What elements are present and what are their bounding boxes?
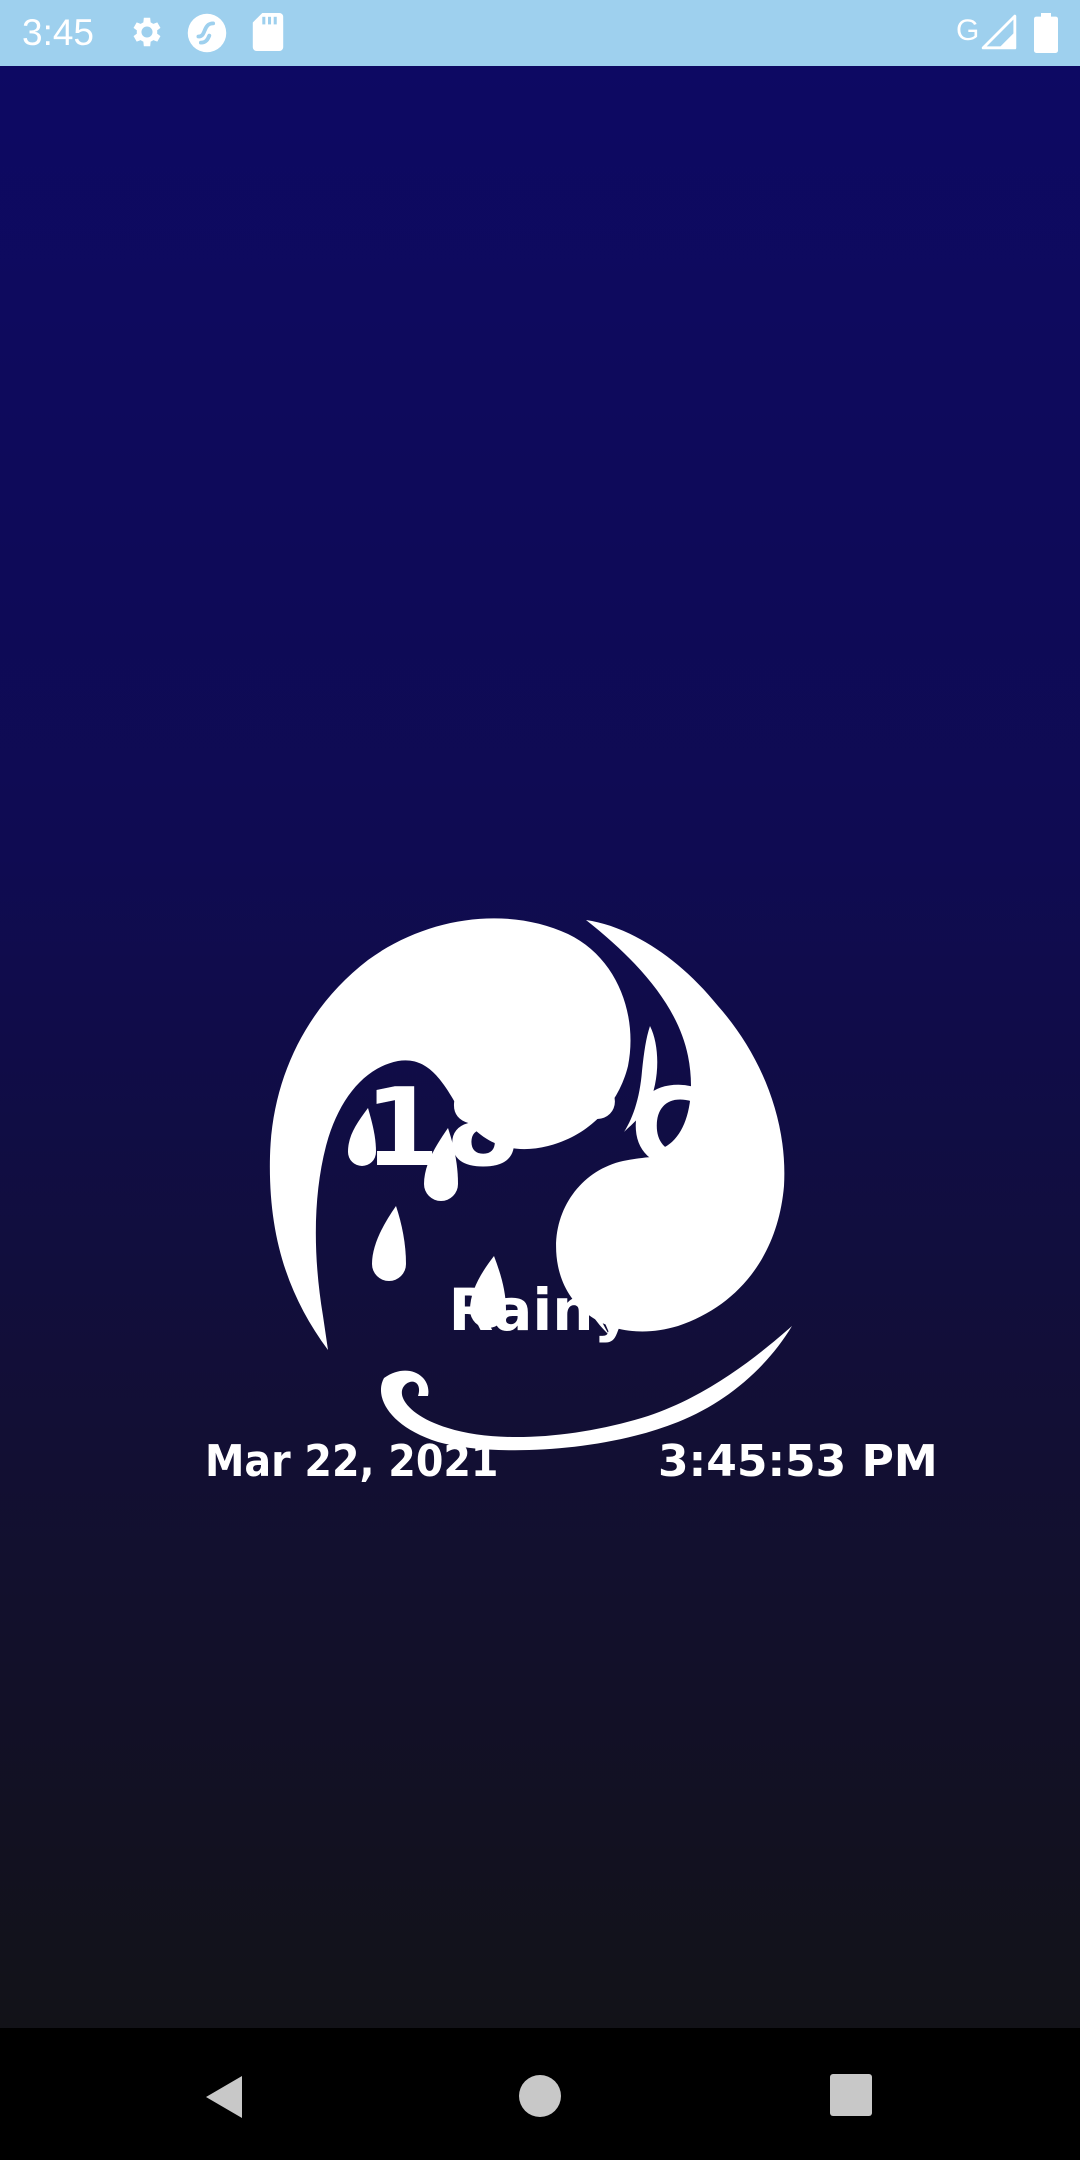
navigation-bar — [0, 2028, 1080, 2160]
network-type-label: G — [956, 14, 980, 47]
battery-icon — [1034, 13, 1058, 53]
screen: 3:45 G 18 °C Rainy Mar 22, 2021 3:45:53 … — [0, 0, 1080, 2160]
status-bar: 3:45 G — [0, 0, 1080, 66]
time-label: 3:45:53 PM — [658, 1436, 938, 1487]
signal-icon — [981, 14, 1017, 50]
sync-icon — [187, 13, 227, 53]
date-label: Mar 22, 2021 — [205, 1436, 499, 1487]
back-icon[interactable] — [200, 2072, 250, 2122]
temperature-label: 18 °C — [364, 1066, 716, 1191]
gear-icon — [133, 17, 161, 47]
sd-card-icon — [252, 13, 284, 51]
status-time: 3:45 — [22, 12, 95, 53]
weather-screen: 18 °C Rainy Mar 22, 2021 3:45:53 PM — [0, 66, 1080, 2028]
home-icon[interactable] — [516, 2072, 564, 2120]
recents-icon[interactable] — [828, 2072, 874, 2118]
condition-label: Rainy — [448, 1276, 632, 1344]
